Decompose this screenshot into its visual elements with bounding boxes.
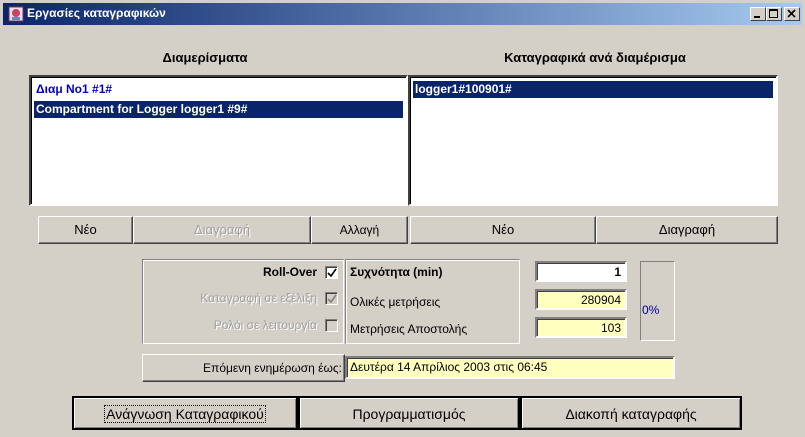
app-icon (8, 6, 24, 22)
check-icon (327, 294, 337, 304)
next-update-label: Επόμενη ενημέρωση έως: (142, 354, 345, 382)
compartments-list[interactable]: Διαμ Νο1 #1# Compartment for Logger logg… (29, 75, 408, 206)
recording-checkbox[interactable] (325, 292, 338, 305)
close-icon (787, 9, 796, 18)
new-compartment-button[interactable]: Νέο (38, 216, 133, 244)
close-button[interactable] (784, 7, 800, 21)
rollover-checkbox[interactable] (325, 266, 338, 279)
minimize-icon (754, 16, 760, 18)
maximize-button[interactable] (766, 7, 782, 21)
sent-measurements-field: 103 (535, 317, 627, 338)
maximize-icon (769, 9, 778, 18)
read-logger-button[interactable]: Ανάγνωση Καταγραφικού (72, 396, 298, 430)
progress-percent: 0% (642, 303, 660, 317)
options-group: Roll-Over Καταγραφή σε εξέλιξη Ρολόι σε … (142, 259, 344, 344)
rollover-label: Roll-Over (262, 265, 317, 279)
frequency-input[interactable]: 1 (535, 261, 627, 282)
change-compartment-button[interactable]: Αλλαγή (311, 216, 408, 244)
next-update-field: Δευτέρα 14 Απρίλιος 2003 στις 06:45 (345, 356, 675, 379)
total-measurements-field: 280904 (535, 289, 627, 310)
compartments-heading: Διαμερίσματα (162, 50, 248, 65)
frequency-label: Συχνότητα (min) (350, 265, 443, 279)
new-logger-button[interactable]: Νέο (410, 216, 596, 244)
delete-logger-button[interactable]: Διαγραφή (596, 216, 778, 244)
clock-label: Ρολόι σε λειτουργία (213, 318, 317, 332)
program-button[interactable]: Προγραμματισμός (298, 396, 520, 430)
list-item[interactable]: Compartment for Logger logger1 #9# (34, 101, 403, 118)
list-item[interactable]: Διαμ Νο1 #1# (34, 81, 403, 98)
recording-label: Καταγραφή σε εξέλιξη (200, 291, 317, 305)
read-logger-label: Ανάγνωση Καταγραφικού (104, 405, 266, 423)
delete-compartment-button[interactable]: Διαγραφή (133, 216, 311, 244)
check-icon (327, 268, 337, 278)
stats-group: Συχνότητα (min) Ολικές μετρήσεις Μετρήσε… (345, 259, 520, 344)
minimize-button[interactable] (750, 7, 766, 21)
list-item[interactable]: logger1#100901# (413, 81, 773, 98)
clock-checkbox[interactable] (325, 319, 338, 332)
progress-box: 0% (640, 261, 675, 341)
stop-recording-button[interactable]: Διακοπή καταγραφής (520, 396, 742, 430)
total-label: Ολικές μετρήσεις (350, 295, 441, 309)
logger-tasks-window: Εργασίες καταγραφικών Διαμερίσματα Καταγ… (0, 0, 805, 437)
sent-label: Μετρήσεις Αποστολής (350, 322, 468, 336)
title-bar[interactable]: Εργασίες καταγραφικών (3, 3, 802, 25)
window-title: Εργασίες καταγραφικών (27, 6, 166, 20)
loggers-list[interactable]: logger1#100901# (408, 75, 778, 206)
loggers-heading: Καταγραφικά ανά διαμέρισμα (504, 50, 686, 65)
